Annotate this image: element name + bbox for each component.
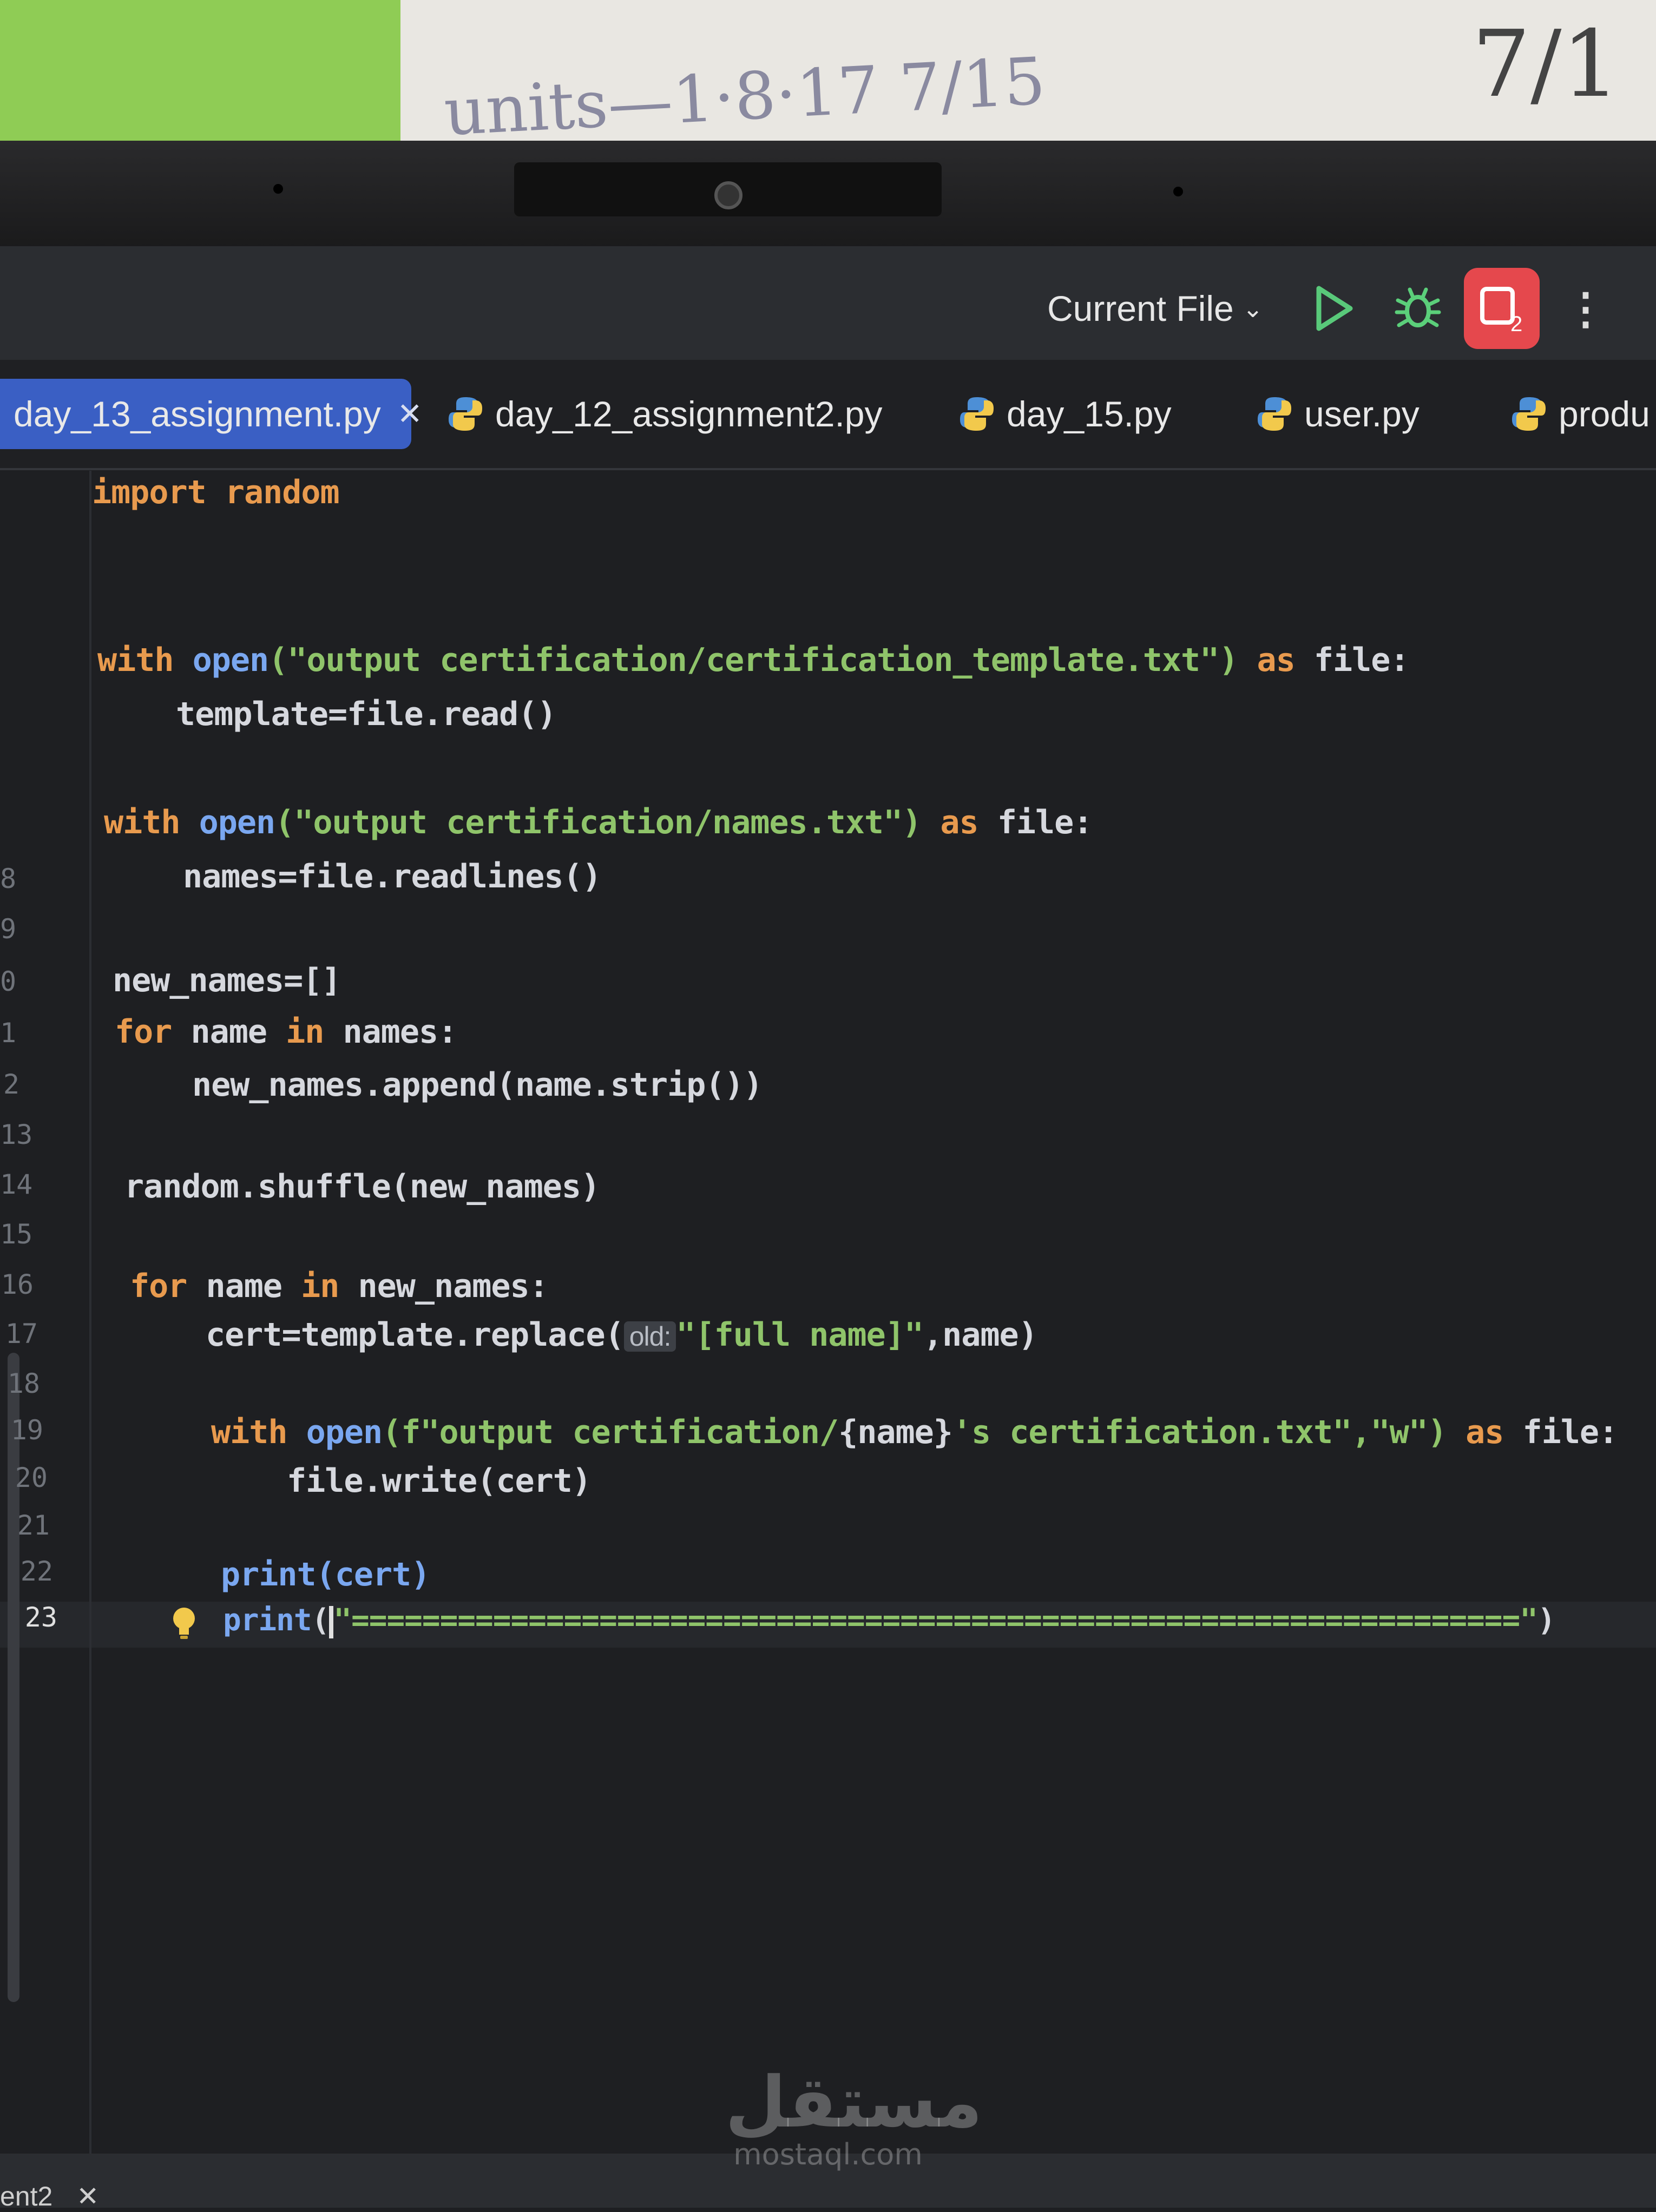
line-number: 8 (0, 863, 17, 894)
editor-scrollbar[interactable] (8, 1353, 19, 2002)
line-number: 17 (5, 1318, 38, 1349)
gutter-divider (89, 471, 91, 2154)
line-number: 18 (7, 1368, 40, 1399)
code-line-10: new_names=[] (113, 962, 341, 999)
handwriting-right: 7/1 (1472, 11, 1620, 118)
tab-label: day_13_assignment.py (14, 394, 381, 434)
bezel-sensor (273, 184, 283, 194)
debug-button[interactable] (1391, 281, 1445, 335)
tab-day-12-assignment2[interactable]: day_12_assignment2.py (446, 379, 883, 449)
run-config-dropdown[interactable]: Current File ⌄ (1047, 287, 1263, 330)
line-number: 22 (20, 1556, 53, 1587)
tab-day-15[interactable]: day_15.py (958, 379, 1172, 449)
tab-user[interactable]: user.py (1256, 379, 1420, 449)
bezel-sensor (1173, 187, 1183, 196)
code-line-17: cert=template.replace(old: "[full name]",… (206, 1316, 1038, 1354)
line-number: 14 (0, 1169, 33, 1200)
svg-text:2: 2 (1510, 312, 1522, 335)
python-icon (1512, 397, 1546, 431)
tab-produ[interactable]: produ (1510, 379, 1650, 449)
bottom-tab-label: ent2 (0, 2181, 53, 2211)
watermark-arabic: مستقل (725, 2061, 983, 2143)
code-line-14: random.shuffle(new_names) (124, 1168, 600, 1206)
tab-day-13-assignment[interactable]: day_13_assignment.py ✕ (0, 379, 423, 449)
tab-label: day_12_assignment2.py (495, 394, 883, 434)
python-icon (960, 397, 994, 431)
code-line-20: file.write(cert) (287, 1462, 592, 1500)
python-icon (1258, 397, 1291, 431)
code-line-11: for name in names: (115, 1013, 457, 1051)
code-line-22: print(cert) (221, 1556, 430, 1594)
line-number: 2 (3, 1069, 19, 1100)
code-line-7: with open("output certification/names.tx… (104, 804, 1093, 841)
code-line-8: names=file.readlines() (183, 858, 602, 896)
code-line-23: print("=================================… (223, 1603, 1556, 1638)
line-number: 9 (0, 913, 17, 945)
tab-label: user.py (1304, 394, 1420, 434)
line-number-current: 23 (24, 1602, 57, 1633)
more-options-icon[interactable]: ⋮ (1559, 281, 1613, 335)
line-number: 0 (0, 966, 17, 997)
webcam-icon (714, 181, 742, 209)
tab-label: day_15.py (1007, 394, 1172, 434)
line-number: 13 (0, 1119, 33, 1150)
code-line-1: import random (92, 473, 340, 511)
code-line-4: with open("output certification/certific… (97, 641, 1410, 679)
watermark-latin: mostaql.com (733, 2137, 923, 2171)
watermark: مستقل mostaql.com (725, 2061, 983, 2171)
chevron-down-icon: ⌄ (1242, 294, 1264, 322)
code-line-19: with open(f"output certification/{name}'… (211, 1413, 1618, 1451)
run-config-label: Current File (1047, 288, 1234, 328)
code-line-5: template=file.read() (176, 695, 556, 733)
code-line-12: new_names.append(name.strip()) (192, 1066, 763, 1104)
close-icon[interactable]: ✕ (397, 396, 423, 432)
play-icon (1316, 286, 1353, 331)
line-number: 15 (0, 1219, 33, 1250)
bottom-tab[interactable]: ent2 ✕ (0, 2181, 99, 2212)
close-icon[interactable]: ✕ (76, 2181, 99, 2211)
line-number: 19 (10, 1414, 43, 1446)
run-button[interactable] (1307, 281, 1361, 335)
coverage-icon: 2 (1480, 287, 1522, 335)
sticky-note (0, 0, 400, 152)
tab-label: produ (1559, 394, 1650, 434)
coverage-button[interactable]: 2 (1464, 268, 1540, 349)
line-number: 1 (0, 1017, 17, 1049)
line-number: 16 (1, 1269, 34, 1300)
line-number: 21 (17, 1510, 50, 1541)
lightbulb-icon[interactable] (168, 1604, 200, 1642)
python-icon (449, 397, 482, 431)
line-number: 20 (15, 1462, 48, 1493)
code-line-16: for name in new_names: (130, 1267, 549, 1305)
bug-icon (1395, 287, 1441, 327)
parameter-hint: old: (623, 1321, 676, 1352)
